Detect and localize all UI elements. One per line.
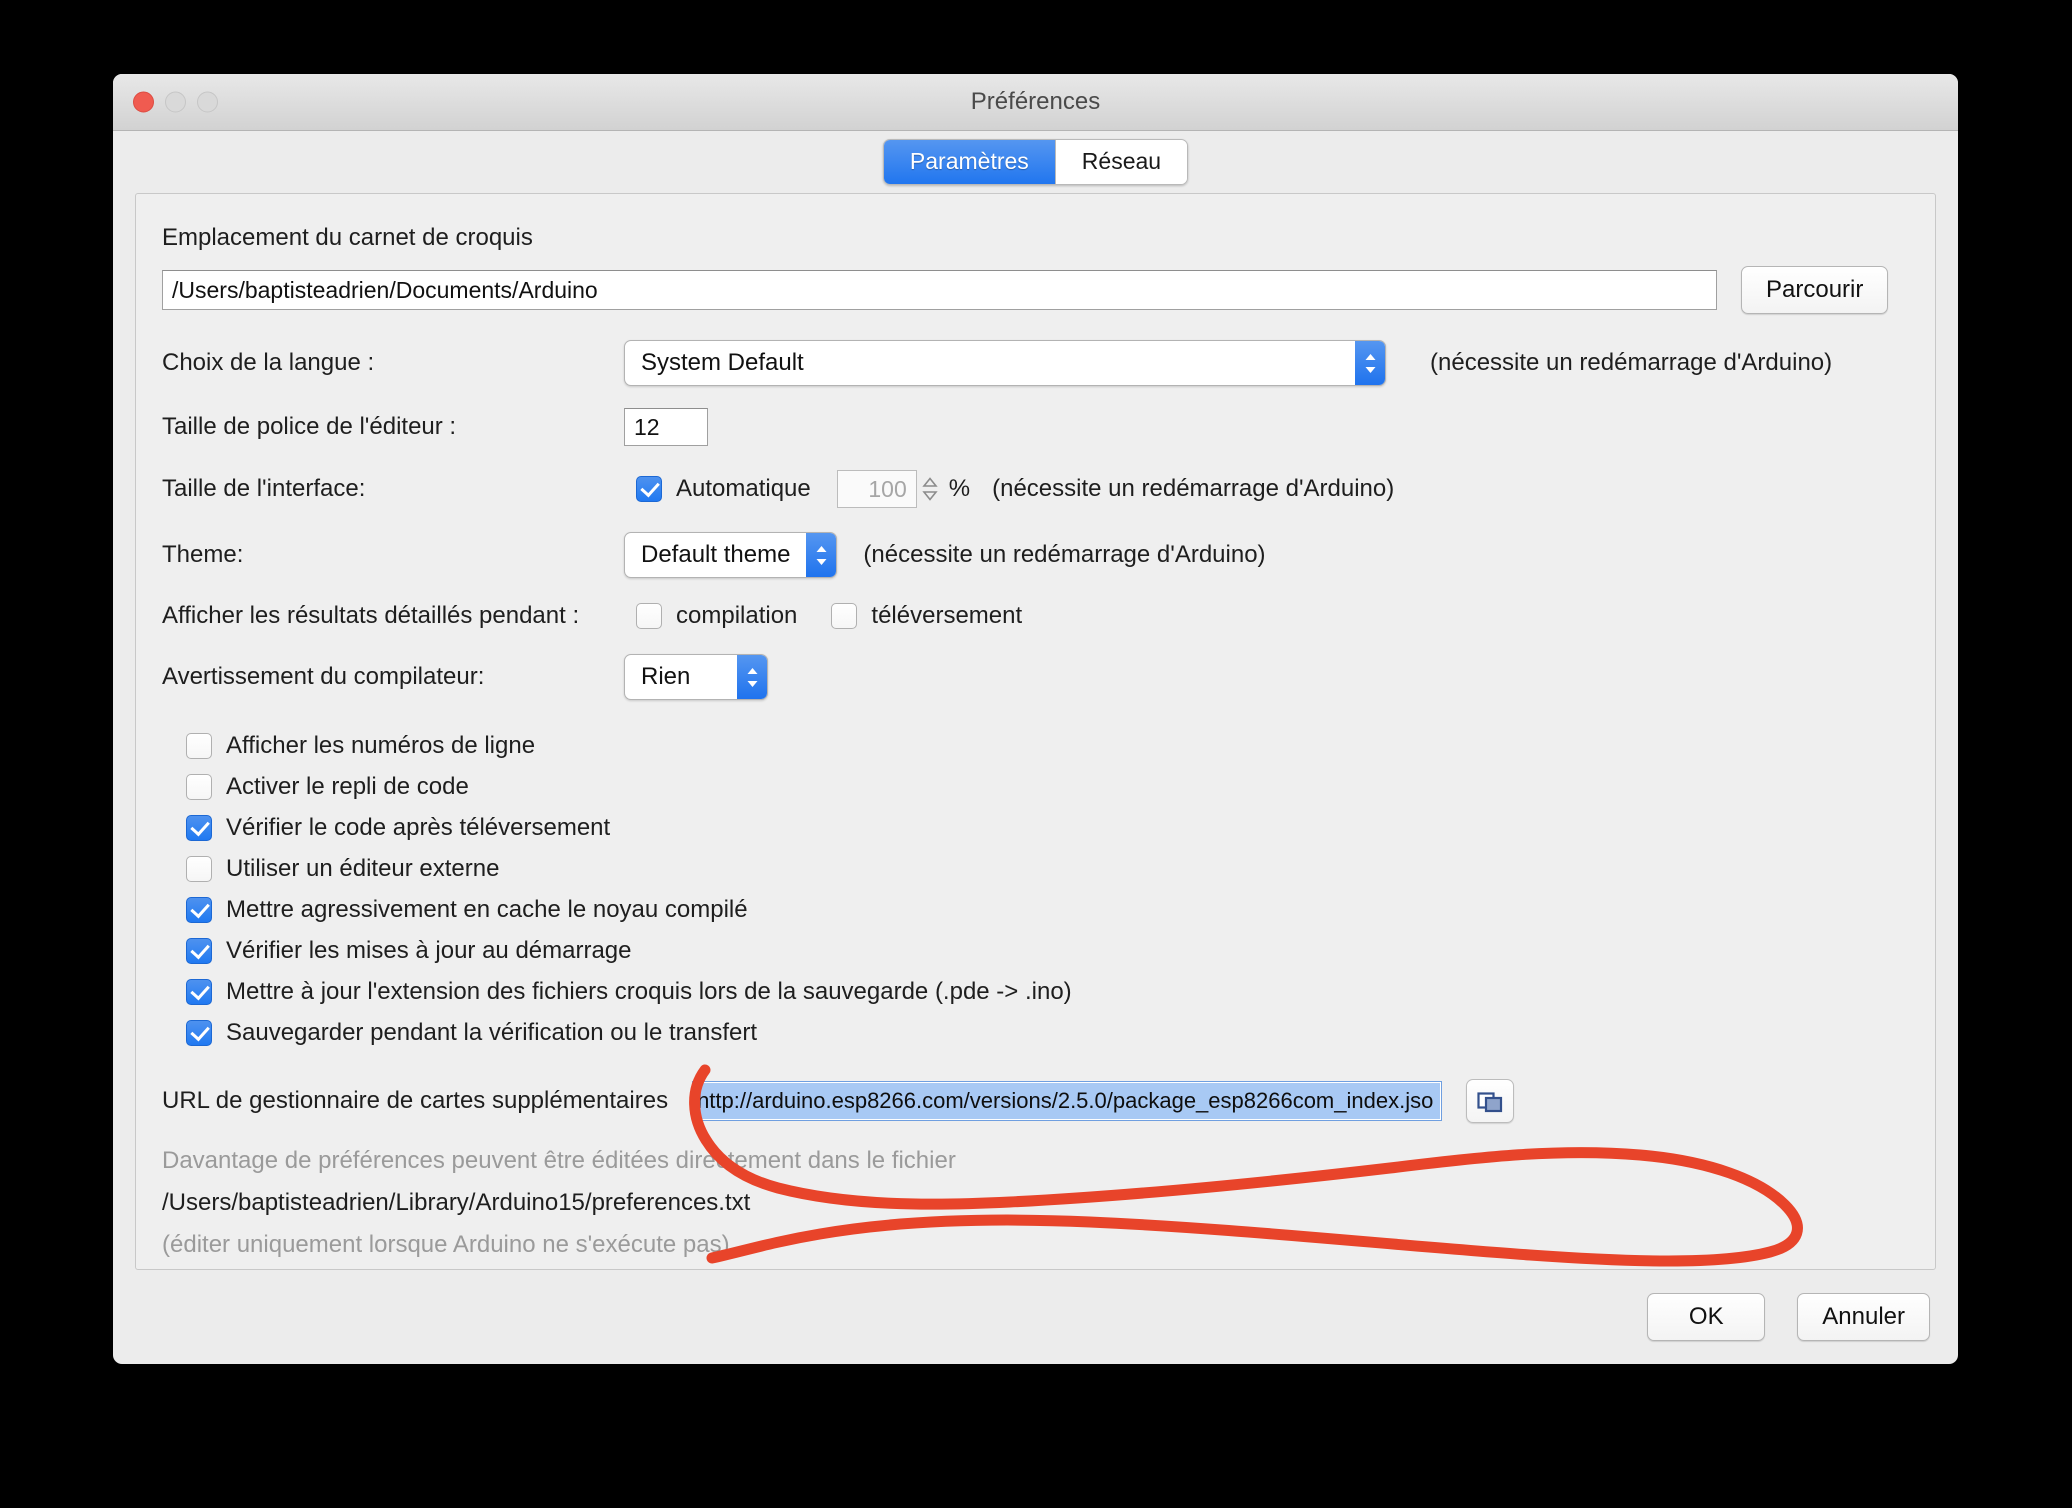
interface-scale-row: Taille de l'interface: Automatique % (né…: [162, 470, 1909, 508]
code-folding-checkbox[interactable]: [186, 774, 212, 800]
tab-parametres[interactable]: Paramètres: [883, 139, 1055, 185]
check-updates-label: Vérifier les mises à jour au démarrage: [226, 937, 632, 964]
settings-panel: Emplacement du carnet de croquis Parcour…: [135, 193, 1936, 1270]
interface-scale-auto-label: Automatique: [676, 475, 811, 502]
preferences-window: Préférences Paramètres Réseau Emplacemen…: [113, 74, 1958, 1364]
line-numbers-label: Afficher les numéros de ligne: [226, 732, 536, 759]
checkbox-row-check-updates: Vérifier les mises à jour au démarrage: [186, 937, 1909, 965]
sketchbook-path-input[interactable]: [162, 270, 1717, 310]
interface-scale-stepper[interactable]: [921, 477, 943, 501]
editor-font-label: Taille de police de l'éditeur :: [162, 413, 457, 440]
tab-bar: Paramètres Réseau: [113, 131, 1958, 193]
theme-label: Theme:: [162, 541, 244, 568]
chevron-updown-icon: [1355, 341, 1385, 385]
editor-font-size-input[interactable]: [624, 408, 708, 446]
chevron-updown-icon: [737, 655, 767, 699]
preferences-note-line1: Davantage de préférences peuvent être éd…: [162, 1147, 956, 1174]
verbose-compilation-checkbox[interactable]: [636, 603, 662, 629]
dialog-footer: OK Annuler: [113, 1270, 1958, 1364]
checkbox-row-line-numbers: Afficher les numéros de ligne: [186, 732, 1909, 760]
preferences-file-note: Davantage de préférences peuvent être éd…: [162, 1147, 1909, 1259]
checkbox-row-update-extension: Mettre à jour l'extension des fichiers c…: [186, 978, 1909, 1006]
aggressive-cache-label: Mettre agressivement en cache le noyau c…: [226, 896, 748, 923]
board-manager-urls-value: http://arduino.esp8266.com/versions/2.5.…: [697, 1088, 1434, 1113]
language-row: Choix de la langue : System Default (néc…: [162, 340, 1909, 386]
chevron-updown-icon: [806, 533, 837, 577]
update-extension-label: Mettre à jour l'extension des fichiers c…: [226, 978, 1072, 1005]
verify-after-upload-label: Vérifier le code après téléversement: [226, 814, 611, 841]
window-title: Préférences: [970, 88, 1101, 115]
verbose-upload-checkbox[interactable]: [831, 603, 858, 629]
verbose-upload-label: téléversement: [871, 602, 1023, 629]
cancel-button[interactable]: Annuler: [1797, 1293, 1930, 1341]
theme-select[interactable]: Default theme: [624, 532, 838, 578]
theme-row: Theme: Default theme (nécessite un redém…: [162, 532, 1909, 578]
interface-scale-input[interactable]: [836, 470, 917, 508]
save-on-verify-label: Sauvegarder pendant la vérification ou l…: [226, 1019, 757, 1046]
board-manager-urls-row: URL de gestionnaire de cartes supplément…: [162, 1079, 1909, 1123]
browse-button[interactable]: Parcourir: [1741, 266, 1889, 314]
line-numbers-checkbox[interactable]: [186, 733, 212, 759]
verbose-compilation-label: compilation: [676, 602, 798, 629]
interface-scale-label: Taille de l'interface:: [162, 475, 366, 502]
tab-reseau[interactable]: Réseau: [1054, 139, 1188, 185]
update-extension-checkbox[interactable]: [186, 979, 212, 1005]
save-on-verify-checkbox[interactable]: [186, 1020, 212, 1046]
compiler-warning-select[interactable]: Rien: [624, 654, 768, 700]
checkbox-row-verify-after-upload: Vérifier le code après téléversement: [186, 814, 1909, 842]
verify-after-upload-checkbox[interactable]: [186, 815, 212, 841]
interface-scale-unit: %: [948, 475, 971, 502]
language-select[interactable]: System Default: [624, 340, 1386, 386]
language-select-value: System Default: [641, 349, 804, 376]
language-restart-note: (nécessite un redémarrage d'Arduino): [1430, 349, 1833, 376]
segmented-tab-control: Paramètres Réseau: [882, 138, 1189, 186]
board-manager-urls-label: URL de gestionnaire de cartes supplément…: [162, 1087, 669, 1114]
compiler-warning-row: Avertissement du compilateur: Rien: [162, 654, 1909, 700]
ok-button[interactable]: OK: [1647, 1293, 1766, 1341]
external-editor-checkbox[interactable]: [186, 856, 212, 882]
sketchbook-location-label: Emplacement du carnet de croquis: [162, 224, 533, 251]
preferences-file-path: /Users/baptisteadrien/Library/Arduino15/…: [162, 1189, 751, 1216]
external-editor-label: Utiliser un éditeur externe: [226, 855, 500, 882]
language-label: Choix de la langue :: [162, 349, 375, 376]
checkbox-row-save-on-verify: Sauvegarder pendant la vérification ou l…: [186, 1019, 1909, 1047]
checkbox-row-code-folding: Activer le repli de code: [186, 773, 1909, 801]
checkbox-row-external-editor: Utiliser un éditeur externe: [186, 855, 1909, 883]
preferences-note-line3: (éditer uniquement lorsque Arduino ne s'…: [162, 1231, 730, 1258]
verbose-output-label: Afficher les résultats détaillés pendant…: [162, 602, 580, 629]
theme-select-value: Default theme: [641, 541, 791, 568]
window-panel-icon: [1477, 1092, 1503, 1113]
board-manager-urls-input[interactable]: http://arduino.esp8266.com/versions/2.5.…: [692, 1081, 1443, 1121]
theme-restart-note: (nécessite un redémarrage d'Arduino): [863, 541, 1266, 568]
editor-font-row: Taille de police de l'éditeur :: [162, 408, 1909, 446]
sketchbook-path-row: Parcourir: [162, 266, 1909, 314]
interface-scale-note: (nécessite un redémarrage d'Arduino): [992, 475, 1395, 502]
verbose-output-row: Afficher les résultats détaillés pendant…: [162, 602, 1909, 630]
compiler-warning-value: Rien: [641, 663, 691, 690]
checkbox-row-aggressive-cache: Mettre agressivement en cache le noyau c…: [186, 896, 1909, 924]
window-titlebar: Préférences: [113, 74, 1958, 131]
code-folding-label: Activer le repli de code: [226, 773, 469, 800]
compiler-warning-label: Avertissement du compilateur:: [162, 663, 485, 690]
check-updates-checkbox[interactable]: [186, 938, 212, 964]
board-manager-urls-expand-button[interactable]: [1466, 1079, 1515, 1123]
aggressive-cache-checkbox[interactable]: [186, 897, 212, 923]
interface-scale-auto-checkbox[interactable]: [636, 476, 662, 502]
preferences-checkbox-list: Afficher les numéros de ligne Activer le…: [186, 732, 1909, 1047]
